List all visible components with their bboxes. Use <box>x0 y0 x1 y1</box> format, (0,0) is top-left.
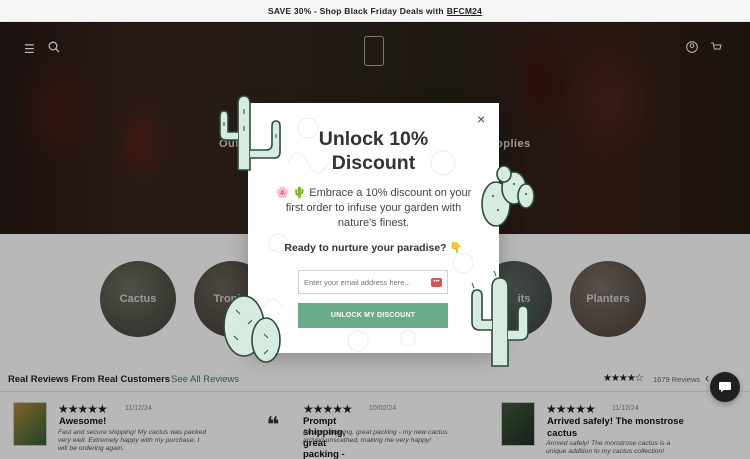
popup-emoji: 🌸 🌵 <box>275 187 307 199</box>
quote-icon: ❝ <box>266 412 280 437</box>
account-icon[interactable] <box>686 41 698 56</box>
menu-icon[interactable]: ☰ <box>24 42 35 56</box>
review-photo[interactable] <box>501 402 535 446</box>
cactus-illustration-top-left <box>219 95 281 171</box>
unlock-discount-button[interactable]: UNLOCK MY DISCOUNT <box>298 303 448 328</box>
cart-icon[interactable] <box>710 41 722 56</box>
promo-code[interactable]: BFCM24 <box>447 6 482 16</box>
review-body: Arrived safely! The monstrose cactus is … <box>546 440 671 455</box>
chat-icon <box>719 382 731 392</box>
category-label: Planters <box>586 293 630 305</box>
reviews-title: Real Reviews From Real Customers <box>8 374 171 385</box>
review-headline: Arrived safely! The monstrose cactus <box>547 416 684 439</box>
cactus-illustration-right <box>481 165 535 227</box>
chevron-left-icon[interactable]: ‹ <box>705 371 709 385</box>
announcement-bar: SAVE 30% - Shop Black Friday Deals with … <box>0 0 750 22</box>
review-date: 10/02/24 <box>369 405 397 412</box>
store-logo[interactable] <box>364 36 384 66</box>
reviews-header: Real Reviews From Real Customers See All… <box>0 366 750 392</box>
hero-heading-right: pplies <box>496 138 531 150</box>
category-cactus[interactable]: Cactus <box>100 261 176 337</box>
close-icon[interactable]: × <box>477 112 485 126</box>
chat-button[interactable] <box>710 372 740 402</box>
see-all-reviews-link[interactable]: See All Reviews <box>171 374 239 385</box>
review-stars: ★★★★★ <box>546 402 596 416</box>
cactus-illustration-bottom-right <box>471 270 529 367</box>
review-body: Prompt shipping, great packing - my new … <box>303 429 448 444</box>
review-stars: ★★★★★ <box>303 402 353 416</box>
review-body: Fast and secure shipping! My cactus was … <box>58 429 207 452</box>
review-photo[interactable] <box>13 402 47 446</box>
announcement-text: SAVE 30% - Shop Black Friday Deals with <box>267 5 444 16</box>
category-planters[interactable]: Planters <box>570 261 646 337</box>
popup-question: Ready to nurture your paradise? 👇 <box>284 242 463 254</box>
review-headline: Awesome! <box>59 416 107 427</box>
review-stars: ★★★★★ <box>58 402 108 416</box>
password-manager-icon[interactable]: ••• <box>431 278 442 287</box>
review-date: 11/12/24 <box>125 405 152 412</box>
popup-body-text: Embrace a 10% discount on your first ord… <box>285 187 472 229</box>
cactus-illustration-bottom-left <box>223 295 281 363</box>
category-label: Cactus <box>119 293 157 305</box>
review-date: 11/12/24 <box>612 405 639 412</box>
email-field[interactable]: ••• <box>298 270 448 294</box>
review-count: 1679 Reviews <box>653 375 701 384</box>
email-input[interactable] <box>299 271 427 293</box>
search-icon[interactable] <box>48 41 60 56</box>
rating-stars: ★★★★☆ <box>603 373 644 384</box>
popup-body: 🌸 🌵 Embrace a 10% discount on your first… <box>270 186 477 231</box>
